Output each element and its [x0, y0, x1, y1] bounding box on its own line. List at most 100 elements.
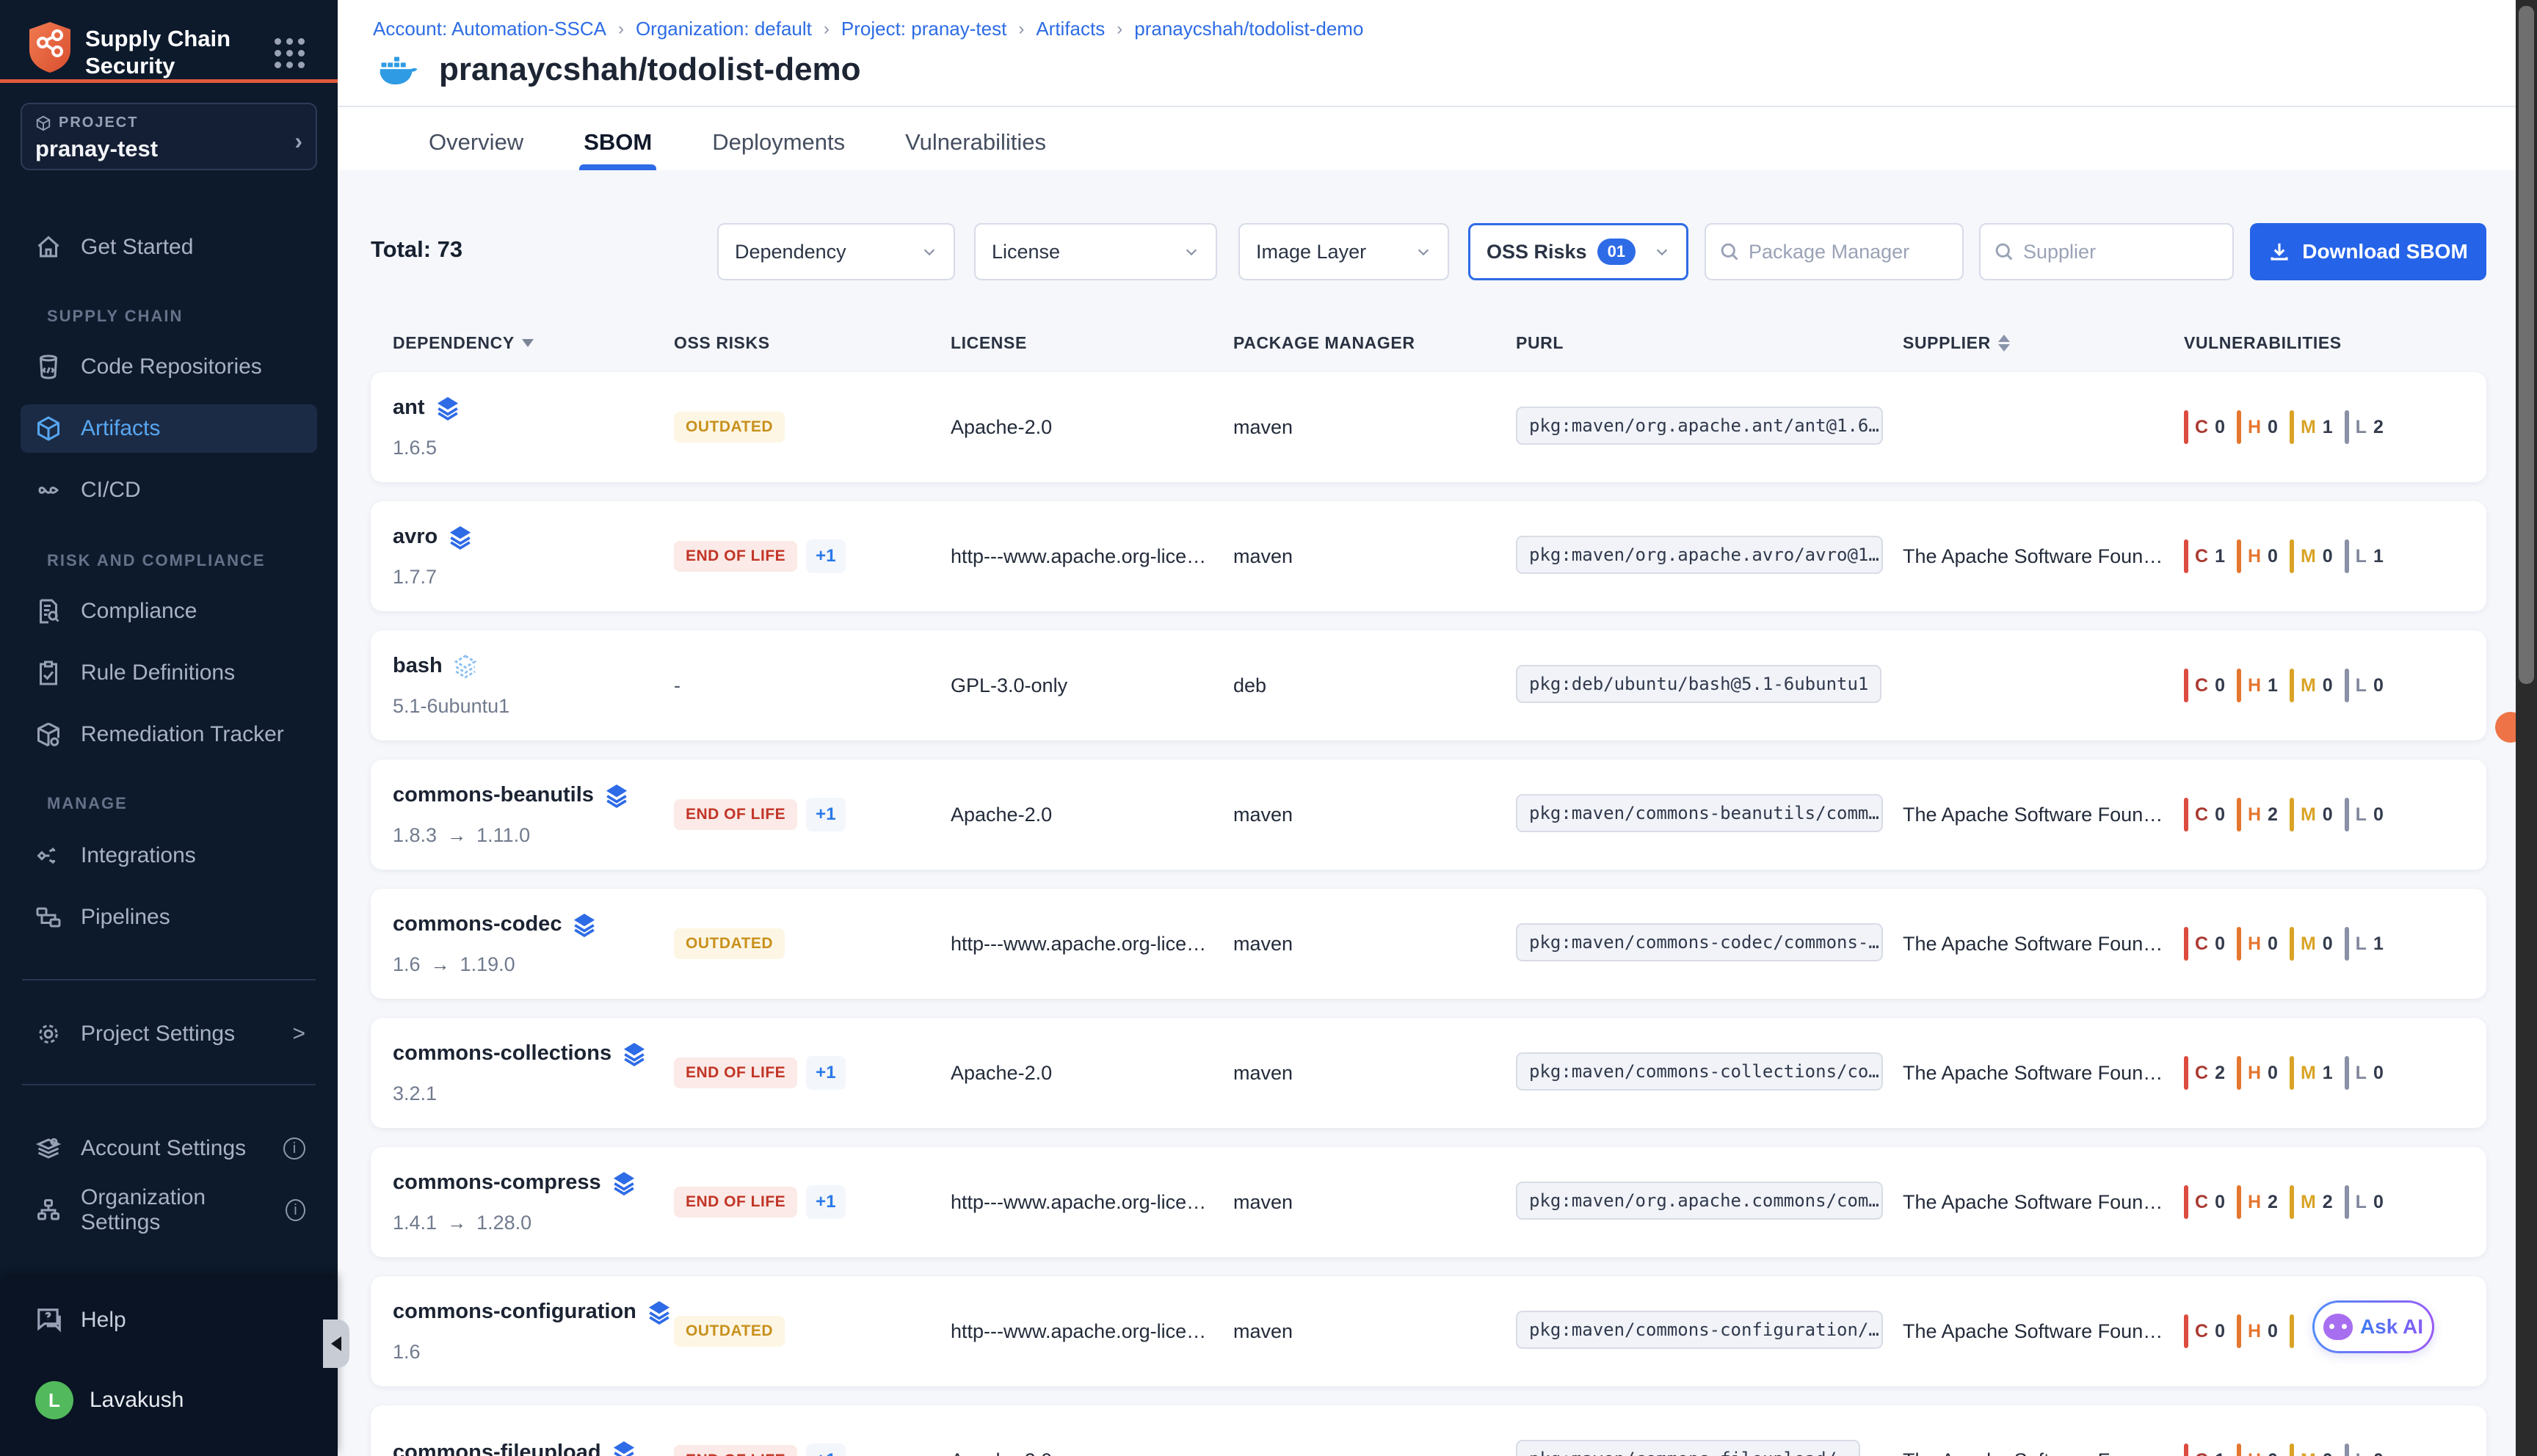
column-license[interactable]: LICENSE	[951, 333, 1233, 353]
purl-pill[interactable]: pkg:maven/org.apache.ant/ant@1.6…	[1516, 407, 1883, 445]
purl-cell: pkg:deb/ubuntu/bash@5.1-6ubuntu1	[1516, 665, 1903, 707]
table-row[interactable]: commons-fileupload END OF LIFE+1 Apache-…	[371, 1405, 2486, 1456]
purl-cell: pkg:maven/org.apache.avro/avro@1…	[1516, 536, 1903, 578]
table-row[interactable]: bash 5.1-6ubuntu1 - GPL-3.0-only deb pkg…	[371, 630, 2486, 740]
breadcrumb-account[interactable]: Account: Automation-SSCA	[373, 18, 606, 40]
breadcrumb-project[interactable]: Project: pranay-test	[841, 18, 1006, 40]
table-row[interactable]: ant 1.6.5 OUTDATED Apache-2.0 maven pkg:…	[371, 372, 2486, 482]
risk-more-badge[interactable]: +1	[806, 1444, 845, 1456]
vuln-count-l: L0	[2345, 798, 2384, 831]
risk-more-badge[interactable]: +1	[806, 798, 845, 831]
dependency-name: commons-fileupload	[393, 1441, 601, 1456]
sidebar-collapse-handle[interactable]	[323, 1320, 349, 1368]
dependency-cell: bash 5.1-6ubuntu1	[393, 654, 674, 718]
supplier-cell: The Apache Software Foun…	[1903, 933, 2184, 956]
filter-toolbar: Total: 73 Dependency License Image Layer…	[338, 223, 2537, 282]
package-manager-cell: maven	[1233, 545, 1516, 568]
table-row[interactable]: commons-codec 1.6 → 1.19.0 OUTDATED http…	[371, 889, 2486, 999]
download-sbom-button[interactable]: Download SBOM	[2250, 223, 2486, 280]
column-oss-risks[interactable]: OSS RISKS	[674, 333, 951, 353]
search-icon	[1719, 241, 1740, 262]
project-selector[interactable]: PROJECT pranay-test ›	[21, 103, 317, 170]
vuln-count-m: M0	[2290, 539, 2333, 573]
sidebar-item-project-settings[interactable]: Project Settings >	[21, 1010, 317, 1058]
clipboard-check-icon	[35, 660, 62, 686]
oss-risks-count-badge: 01	[1597, 239, 1636, 265]
license-cell: GPL-3.0-only	[951, 674, 1233, 697]
help-button[interactable]: Help	[35, 1306, 126, 1334]
table-row[interactable]: commons-configuration 1.6 OUTDATED http-…	[371, 1276, 2486, 1386]
oss-risk-badge: END OF LIFE	[674, 1445, 797, 1456]
risk-more-badge[interactable]: +1	[806, 539, 845, 573]
purl-pill[interactable]: pkg:maven/commons-configuration/…	[1516, 1311, 1883, 1349]
tab-vulnerabilities[interactable]: Vulnerabilities	[901, 114, 1050, 170]
purl-pill[interactable]: pkg:maven/org.apache.avro/avro@1…	[1516, 536, 1883, 574]
sidebar-item-account-settings[interactable]: Account Settings i	[21, 1124, 317, 1173]
package-manager-search-input[interactable]	[1749, 241, 1949, 263]
vuln-count-l: L1	[2345, 927, 2384, 961]
dependency-name: avro	[393, 525, 438, 549]
tab-overview[interactable]: Overview	[424, 114, 528, 170]
oss-risks-filter-dropdown[interactable]: OSS Risks 01	[1468, 223, 1688, 280]
dependency-cell: avro 1.7.7	[393, 525, 674, 589]
image-layer-filter-dropdown[interactable]: Image Layer	[1238, 223, 1449, 280]
supplier-cell: The Apache Software Foun…	[1903, 1449, 2184, 1456]
sidebar-item-rule-definitions[interactable]: Rule Definitions	[21, 649, 317, 697]
purl-pill[interactable]: pkg:maven/commons-beanutils/comm…	[1516, 794, 1883, 832]
table-row[interactable]: commons-compress 1.4.1 → 1.28.0 END OF L…	[371, 1147, 2486, 1257]
column-supplier[interactable]: SUPPLIER	[1903, 333, 2184, 353]
table-row[interactable]: commons-beanutils 1.8.3 → 1.11.0 END OF …	[371, 760, 2486, 870]
page-scrollbar-track[interactable]	[2516, 0, 2537, 1456]
sidebar-item-compliance[interactable]: Compliance	[21, 587, 317, 636]
breadcrumb-separator: ›	[1018, 19, 1024, 40]
purl-pill[interactable]: pkg:maven/org.apache.commons/com…	[1516, 1182, 1883, 1220]
sidebar-item-get-started[interactable]: Get Started	[21, 223, 317, 272]
breadcrumb-artifact-name[interactable]: pranaycshah/todolist-demo	[1134, 18, 1363, 40]
license-filter-dropdown[interactable]: License	[974, 223, 1217, 280]
sidebar-item-integrations[interactable]: Integrations	[21, 831, 317, 880]
tab-deployments[interactable]: Deployments	[708, 114, 849, 170]
vuln-count-m: M1	[2290, 410, 2333, 444]
supplier-search-input[interactable]	[2023, 241, 2219, 263]
sidebar-divider	[22, 979, 316, 980]
info-icon[interactable]: i	[283, 1138, 305, 1160]
purl-pill[interactable]: pkg:maven/commons-collections/co…	[1516, 1052, 1883, 1091]
sidebar-item-remediation-tracker[interactable]: Remediation Tracker	[21, 710, 317, 759]
sidebar-item-artifacts[interactable]: Artifacts	[21, 404, 317, 453]
dependency-cell: commons-beanutils 1.8.3 → 1.11.0	[393, 783, 674, 847]
vuln-count-l: L0	[2345, 1185, 2384, 1219]
tab-sbom[interactable]: SBOM	[579, 114, 656, 170]
column-dependency[interactable]: DEPENDENCY	[393, 333, 674, 353]
ask-ai-button[interactable]: Ask AI	[2312, 1300, 2434, 1353]
oss-risk-cell: END OF LIFE +1	[674, 1444, 951, 1456]
vulnerabilities-cell: C0H2M2L0	[2184, 1185, 2486, 1219]
purl-pill[interactable]: pkg:deb/ubuntu/bash@5.1-6ubuntu1	[1516, 665, 1881, 703]
oss-risk-badge: END OF LIFE	[674, 1187, 797, 1217]
page-scrollbar-thumb[interactable]	[2519, 6, 2534, 684]
purl-pill[interactable]: pkg:maven/commons-codec/commons-…	[1516, 923, 1883, 961]
table-row[interactable]: commons-collections 3.2.1 END OF LIFE+1 …	[371, 1018, 2486, 1128]
gear-icon	[35, 1021, 62, 1047]
vulnerabilities-cell: C0H1M0L0	[2184, 669, 2486, 702]
sidebar-item-cicd[interactable]: CI/CD	[21, 466, 317, 514]
apps-grid-icon[interactable]	[275, 38, 307, 70]
risk-more-badge[interactable]: +1	[806, 1185, 845, 1219]
breadcrumb-organization[interactable]: Organization: default	[636, 18, 812, 40]
breadcrumb-artifacts[interactable]: Artifacts	[1036, 18, 1105, 40]
info-icon[interactable]: i	[286, 1199, 305, 1221]
purl-pill[interactable]: pkg:maven/commons-fileupload/…	[1516, 1440, 1860, 1456]
sidebar-footer: Help L Lavakush	[0, 1278, 338, 1456]
risk-more-badge[interactable]: +1	[806, 1056, 845, 1090]
dependency-filter-dropdown[interactable]: Dependency	[717, 223, 955, 280]
sidebar-item-pipelines[interactable]: Pipelines	[21, 893, 317, 942]
sidebar-item-code-repositories[interactable]: Code Repositories	[21, 343, 317, 391]
sidebar-item-organization-settings[interactable]: Organization Settings i	[21, 1186, 317, 1234]
column-purl[interactable]: PURL	[1516, 333, 1903, 353]
package-manager-cell: maven	[1233, 1449, 1516, 1456]
user-menu[interactable]: L Lavakush	[35, 1381, 184, 1419]
vuln-count-c: C0	[2184, 1185, 2225, 1219]
table-row[interactable]: avro 1.7.7 END OF LIFE+1 http---www.apac…	[371, 501, 2486, 611]
column-vulnerabilities[interactable]: VULNERABILITIES	[2184, 333, 2486, 353]
oss-risk-badge: OUTDATED	[674, 928, 785, 959]
column-package-manager[interactable]: PACKAGE MANAGER	[1233, 333, 1516, 353]
